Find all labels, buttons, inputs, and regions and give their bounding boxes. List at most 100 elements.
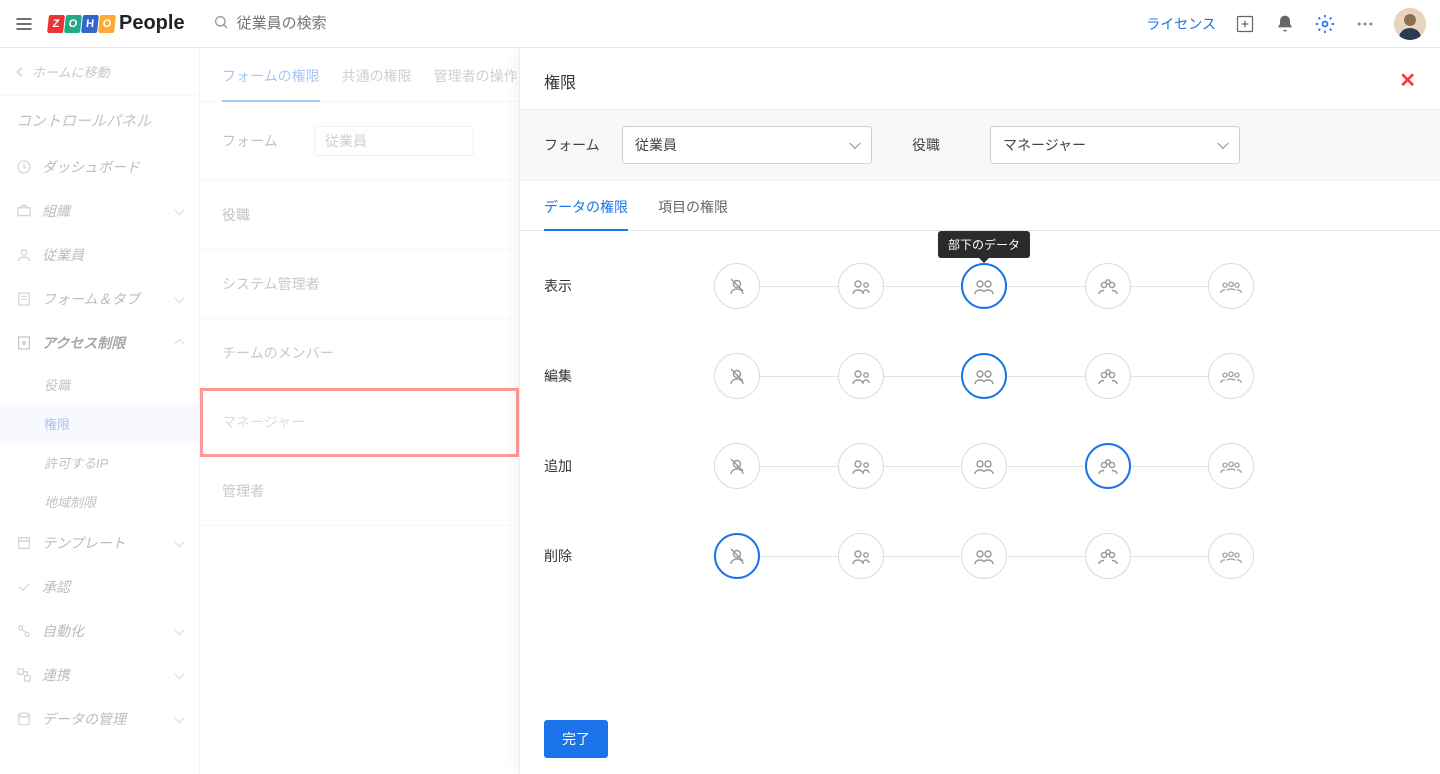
integration-icon	[16, 667, 32, 683]
chevron-left-icon	[16, 67, 24, 77]
mid-tab-admin-ops[interactable]: 管理者の操作	[434, 48, 518, 101]
mid-role-sysadmin[interactable]: システム管理者	[200, 250, 519, 319]
back-label: ホームに移動	[32, 62, 110, 81]
org-icon	[16, 203, 32, 219]
permissions-panel: 権限 ✕ フォーム 従業員 役職 マネージャー データの権限 項目の権限 表示 部…	[520, 48, 1440, 774]
perm-self[interactable]	[838, 443, 884, 489]
perm-subordinates[interactable]: 部下のデータ	[961, 263, 1007, 309]
add-icon[interactable]	[1234, 13, 1256, 35]
panel-form-select[interactable]: 従業員	[622, 126, 872, 164]
search-icon	[213, 14, 229, 33]
perm-all[interactable]	[1208, 263, 1254, 309]
perm-options	[704, 533, 1264, 579]
perm-subordinates-plus[interactable]	[1085, 443, 1131, 489]
close-icon[interactable]: ✕	[1399, 68, 1416, 93]
panel-form-label: フォーム	[544, 135, 604, 155]
sidebar-item-label: アクセス制限	[42, 333, 125, 353]
perm-row-label: 追加	[544, 456, 704, 476]
mid-role-manager[interactable]: マネージャー	[200, 388, 519, 457]
sidebar-item-dashboard[interactable]: ダッシュボード	[0, 145, 199, 189]
sidebar-section-title: コントロールパネル	[0, 96, 199, 145]
perm-all[interactable]	[1208, 353, 1254, 399]
perm-none[interactable]	[714, 353, 760, 399]
panel-title: 権限	[544, 69, 576, 93]
sidebar-item-automation[interactable]: 自動化	[0, 609, 199, 653]
more-icon[interactable]	[1354, 13, 1376, 35]
hamburger-menu[interactable]	[0, 14, 48, 34]
sidebar-item-employees[interactable]: 従業員	[0, 233, 199, 277]
panel-role-label: 役職	[912, 135, 972, 155]
gear-icon[interactable]	[1314, 13, 1336, 35]
sidebar-sub-permissions[interactable]: 権限	[0, 404, 199, 443]
mid-role-team-member[interactable]: チームのメンバー	[200, 319, 519, 388]
automation-icon	[16, 623, 32, 639]
sidebar-item-label: 承認	[42, 577, 70, 597]
mid-form-input[interactable]	[314, 126, 474, 156]
template-icon	[16, 535, 32, 551]
perm-subordinates-plus[interactable]	[1085, 353, 1131, 399]
lock-icon	[16, 335, 32, 351]
perm-subordinates[interactable]	[961, 443, 1007, 489]
sidebar-item-organization[interactable]: 組織	[0, 189, 199, 233]
sidebar-item-forms-tabs[interactable]: フォーム＆タブ	[0, 277, 199, 321]
perm-row-label: 表示	[544, 276, 704, 296]
mid-tab-form-permissions[interactable]: フォームの権限	[222, 48, 320, 102]
perm-options	[704, 353, 1264, 399]
sidebar-sub-roles[interactable]: 役職	[0, 365, 199, 404]
perm-subordinates-plus[interactable]	[1085, 263, 1131, 309]
sidebar-sub-geo-restriction[interactable]: 地域制限	[0, 482, 199, 521]
perm-self[interactable]	[838, 263, 884, 309]
mid-form-label: フォーム	[222, 131, 302, 151]
back-to-home[interactable]: ホームに移動	[0, 48, 199, 96]
sidebar-sub-allowed-ip[interactable]: 許可するIP	[0, 443, 199, 482]
panel-tab-data-permissions[interactable]: データの権限	[544, 181, 628, 231]
sidebar-item-label: 連携	[42, 665, 70, 685]
user-icon	[16, 247, 32, 263]
sidebar-item-templates[interactable]: テンプレート	[0, 521, 199, 565]
search-input[interactable]	[229, 9, 529, 38]
sidebar-item-approvals[interactable]: 承認	[0, 565, 199, 609]
zoho-logo-icon: Z O H O	[48, 15, 115, 33]
mid-role-admin[interactable]: 管理者	[200, 457, 519, 526]
perm-options: 部下のデータ	[704, 263, 1264, 309]
perm-row-label: 削除	[544, 546, 704, 566]
dashboard-icon	[16, 159, 32, 175]
done-button[interactable]: 完了	[544, 720, 608, 758]
perm-row: 削除	[544, 511, 1416, 601]
panel-tab-field-permissions[interactable]: 項目の権限	[658, 181, 728, 230]
sidebar-item-label: 組織	[42, 201, 70, 221]
perm-none[interactable]	[714, 443, 760, 489]
mid-tab-common-permissions[interactable]: 共通の権限	[342, 48, 412, 101]
perm-none[interactable]	[714, 263, 760, 309]
sidebar-item-label: フォーム＆タブ	[42, 289, 140, 309]
panel-role-select[interactable]: マネージャー	[990, 126, 1240, 164]
sidebar-item-label: 自動化	[42, 621, 84, 641]
perm-none[interactable]	[714, 533, 760, 579]
perm-options	[704, 443, 1264, 489]
sidebar-item-access-control[interactable]: アクセス制限	[0, 321, 199, 365]
sidebar-item-label: ダッシュボード	[42, 157, 140, 177]
app-name: People	[119, 12, 185, 35]
perm-row-label: 編集	[544, 366, 704, 386]
mid-role-label: 役職	[222, 205, 302, 225]
perm-self[interactable]	[838, 353, 884, 399]
perm-subordinates[interactable]	[961, 353, 1007, 399]
sidebar-item-label: データの管理	[42, 709, 126, 729]
app-logo[interactable]: Z O H O People	[48, 12, 201, 35]
perm-row: 追加	[544, 421, 1416, 511]
license-link[interactable]: ライセンス	[1146, 14, 1216, 34]
perm-subordinates[interactable]	[961, 533, 1007, 579]
perm-self[interactable]	[838, 533, 884, 579]
form-icon	[16, 291, 32, 307]
sidebar-item-integrations[interactable]: 連携	[0, 653, 199, 697]
perm-row: 編集	[544, 331, 1416, 421]
user-avatar[interactable]	[1394, 8, 1426, 40]
sidebar-item-data-admin[interactable]: データの管理	[0, 697, 199, 741]
perm-row: 表示 部下のデータ	[544, 241, 1416, 331]
bell-icon[interactable]	[1274, 13, 1296, 35]
perm-all[interactable]	[1208, 533, 1254, 579]
perm-all[interactable]	[1208, 443, 1254, 489]
perm-subordinates-plus[interactable]	[1085, 533, 1131, 579]
sidebar-item-label: テンプレート	[42, 533, 126, 553]
approval-icon	[16, 579, 32, 595]
